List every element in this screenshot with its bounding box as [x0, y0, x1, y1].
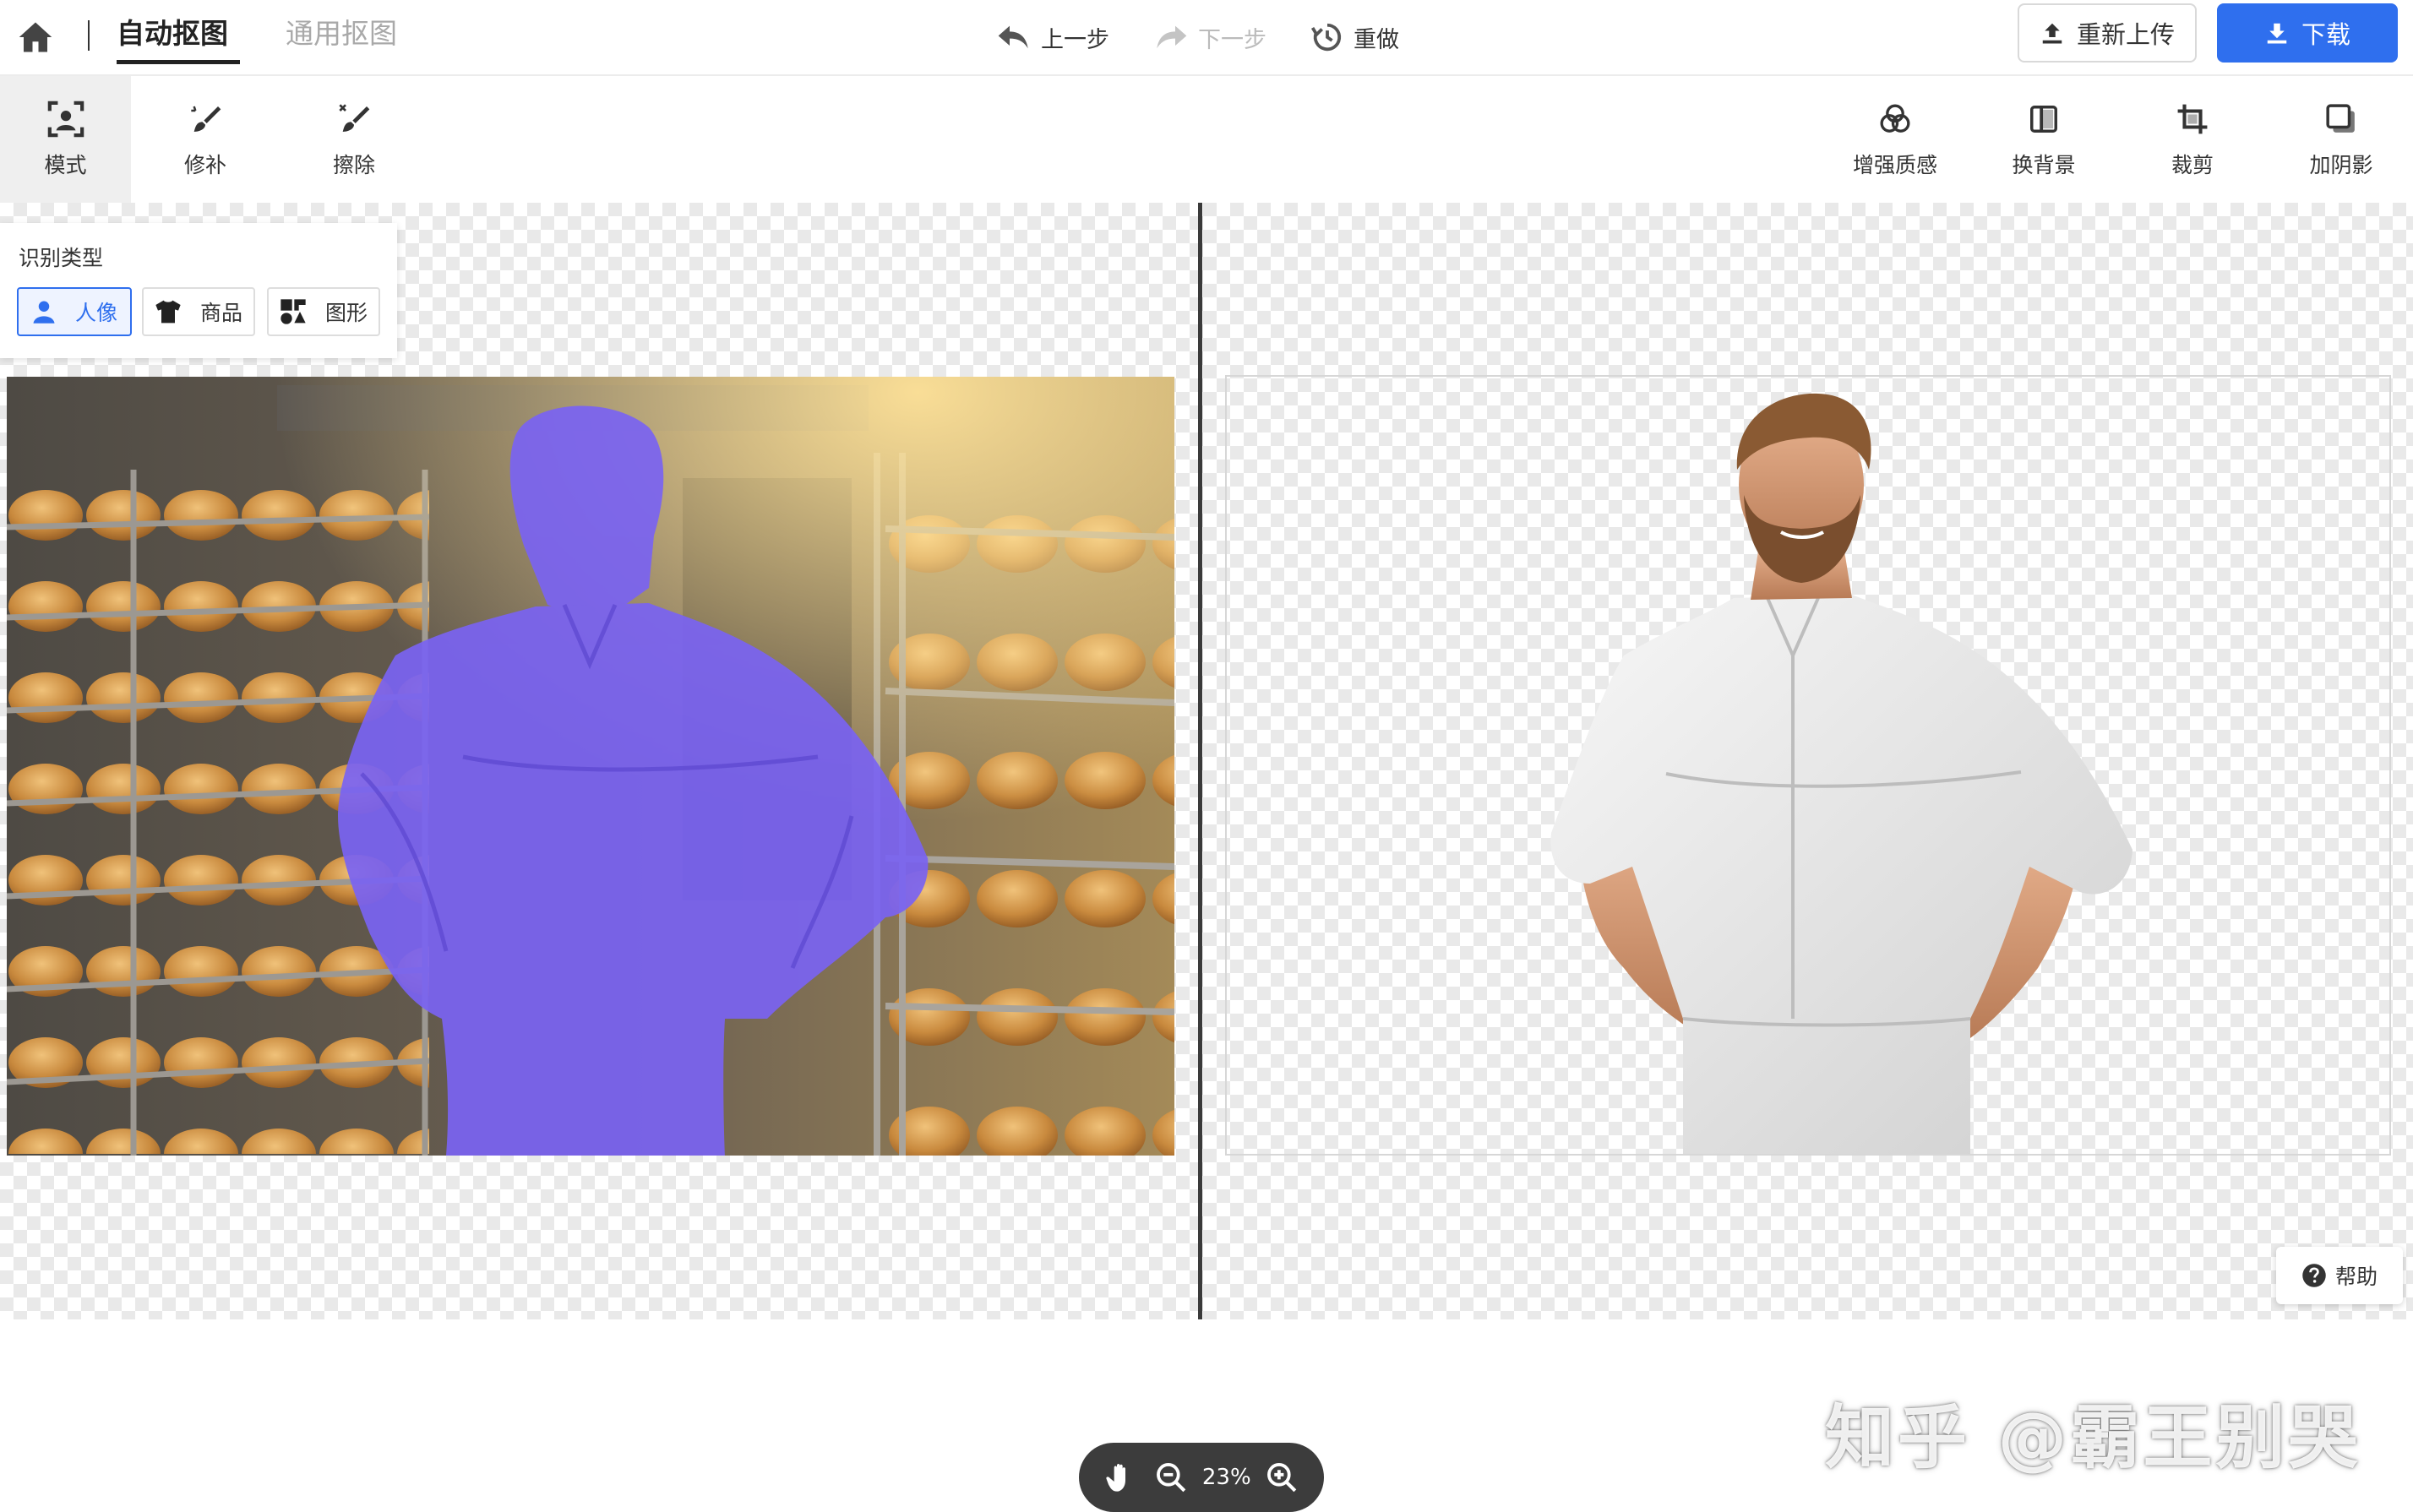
tool-repair-label: 修补: [183, 153, 226, 177]
recognition-option-graphic-label: 图形: [324, 301, 368, 325]
zoom-in-button[interactable]: [1262, 1458, 1301, 1497]
recognition-type-panel: 识别类型 人像 商品 图形: [0, 223, 397, 358]
download-icon: [2267, 23, 2287, 44]
tool-enhance[interactable]: 增强质感: [1832, 76, 1958, 203]
recognition-type-title: 识别类型: [19, 246, 104, 270]
history-icon: [1311, 23, 1342, 52]
download-button[interactable]: 下载: [2217, 3, 2398, 63]
redo-label: 下一步: [1198, 26, 1266, 53]
portrait-mode-icon: [46, 100, 85, 139]
recognition-option-portrait[interactable]: 人像: [17, 287, 132, 336]
compare-divider[interactable]: [1198, 203, 1202, 1319]
person-icon: [33, 301, 55, 324]
tool-enhance-label: 增强质感: [1852, 153, 1937, 177]
hand-icon: [1106, 1463, 1125, 1492]
shadow-icon: [2322, 100, 2361, 139]
zoom-in-icon: [1267, 1463, 1297, 1493]
recognition-option-product-label: 商品: [199, 301, 242, 325]
editor-canvas[interactable]: 识别类型 人像 商品 图形 23% 知乎 @霸王别哭: [0, 203, 2413, 1512]
home-button[interactable]: [15, 17, 56, 57]
source-watermark: 知乎 @霸王别哭: [1825, 1398, 2361, 1478]
help-button[interactable]: 帮助: [2276, 1247, 2403, 1304]
tool-mode-label: 模式: [44, 153, 87, 177]
zoom-out-button[interactable]: [1152, 1458, 1190, 1497]
eraser-icon: [335, 100, 373, 139]
undo-label: 上一步: [1041, 26, 1109, 53]
help-label: 帮助: [2334, 1265, 2378, 1289]
download-label: 下载: [2301, 20, 2350, 49]
redo-icon: [1157, 25, 1187, 49]
tool-change-background-label: 换背景: [2012, 153, 2076, 177]
source-photo[interactable]: [7, 377, 1174, 1156]
brush-icon: [186, 100, 225, 139]
upload-icon: [2042, 23, 2062, 44]
tool-mode[interactable]: 模式: [0, 76, 131, 203]
header-divider: [88, 20, 90, 51]
tool-repair[interactable]: 修补: [142, 76, 269, 203]
result-preview[interactable]: [1225, 375, 2391, 1156]
reset-button[interactable]: 重做: [1311, 17, 1399, 57]
tab-general-cutout[interactable]: 通用抠图: [286, 12, 397, 63]
reupload-label: 重新上传: [2076, 20, 2175, 49]
tool-add-shadow[interactable]: 加阴影: [2278, 76, 2405, 203]
crop-icon: [2173, 100, 2212, 139]
hand-pan-button[interactable]: [1102, 1458, 1141, 1497]
reset-label: 重做: [1354, 26, 1399, 53]
tool-bar: 模式 修补 擦除 增强质感 换背景 裁剪 加阴影: [0, 76, 2413, 203]
zoom-control: 23%: [1079, 1443, 1324, 1512]
top-bar: 自动抠图 通用抠图 上一步 下一步 重做 重新上传 下载: [0, 0, 2413, 76]
tool-change-background[interactable]: 换背景: [1980, 76, 2107, 203]
zoom-out-icon: [1157, 1463, 1186, 1493]
tab-auto-cutout[interactable]: 自动抠图: [117, 12, 240, 64]
zoom-level: 23%: [1201, 1465, 1251, 1490]
help-icon: [2302, 1264, 2326, 1287]
tool-erase[interactable]: 擦除: [291, 76, 417, 203]
redo-button[interactable]: 下一步: [1154, 17, 1266, 57]
tool-erase-label: 擦除: [332, 153, 375, 177]
recognition-option-portrait-label: 人像: [74, 301, 117, 325]
tool-crop-label: 裁剪: [2171, 153, 2214, 177]
shirt-icon: [155, 300, 181, 324]
recognition-option-graphic[interactable]: 图形: [267, 287, 380, 336]
background-icon: [2024, 100, 2063, 139]
enhance-icon: [1876, 100, 1915, 139]
shapes-icon: [281, 299, 306, 324]
home-icon: [19, 22, 52, 52]
recognition-option-product[interactable]: 商品: [142, 287, 255, 336]
tool-add-shadow-label: 加阴影: [2309, 153, 2373, 177]
undo-icon: [998, 25, 1028, 49]
reupload-button[interactable]: 重新上传: [2018, 3, 2197, 63]
undo-button[interactable]: 上一步: [997, 17, 1109, 57]
tool-crop[interactable]: 裁剪: [2129, 76, 2256, 203]
